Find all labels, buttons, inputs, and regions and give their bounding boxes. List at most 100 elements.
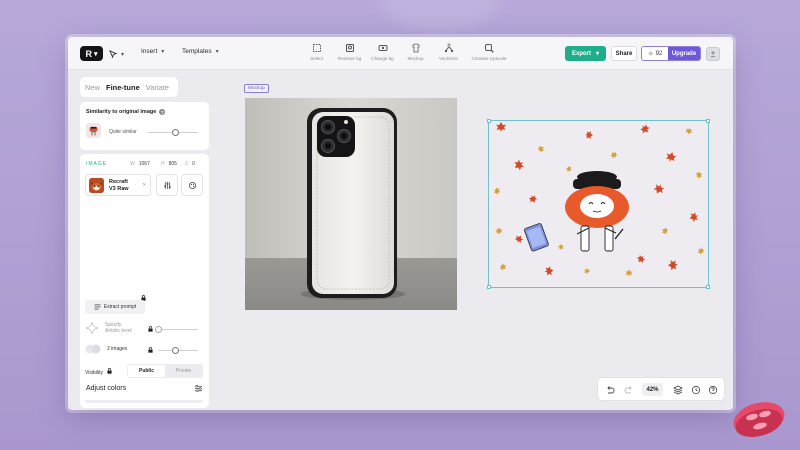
mockup-tag[interactable]: Mockup xyxy=(244,84,269,93)
palette-icon xyxy=(188,181,196,189)
undo-icon[interactable] xyxy=(605,385,615,395)
templates-menu-button[interactable]: Templates ▾ xyxy=(182,48,219,55)
artistic-level-row: Specify Artistic level xyxy=(85,321,132,335)
adjust-colors-panel[interactable]: Adjust colors xyxy=(80,378,209,400)
artistic-level-label-line2: Artistic level xyxy=(105,328,132,334)
visibility-toggle: Public Private xyxy=(127,364,203,378)
adjust-colors-label: Adjust colors xyxy=(86,385,127,392)
creative-upscale-tool[interactable]: Creative Upscale xyxy=(465,43,513,61)
width-field[interactable]: W 1067 xyxy=(130,161,150,167)
maple-leaf xyxy=(585,131,593,140)
tab-variate[interactable]: Variate xyxy=(146,83,169,92)
credits-upgrade-group: ✧ 92 Upgrade xyxy=(641,46,701,61)
maple-leaf xyxy=(584,268,591,274)
image-settings-panel: IMAGE W 1067 H 805 Z0 Recraft V3 Raw › Ext… xyxy=(80,154,209,408)
z-key: Z xyxy=(185,161,189,167)
canvas-controls: 42% xyxy=(597,377,725,401)
user-avatar[interactable] xyxy=(706,47,720,61)
image-section-label: IMAGE xyxy=(86,161,108,167)
resize-handle-top-left[interactable] xyxy=(487,119,491,123)
logo-menu-button[interactable]: R ▾ xyxy=(80,46,103,61)
creative-upscale-tool-label: Creative Upscale xyxy=(471,56,507,61)
similarity-slider-knob[interactable] xyxy=(172,129,179,136)
maple-leaf xyxy=(499,263,507,271)
maple-leaf xyxy=(640,124,650,134)
chevron-down-icon: ▾ xyxy=(93,50,98,58)
vectorize-tool-label: Vectorize xyxy=(439,56,458,61)
maple-leaf xyxy=(653,184,665,194)
image-count-row: 2 images xyxy=(85,343,127,355)
mockup-tool-label: Mockup xyxy=(407,56,424,61)
maple-leaf xyxy=(665,152,677,162)
remove-bg-tool[interactable]: Remove bg xyxy=(333,43,366,61)
artistic-level-slider[interactable] xyxy=(158,329,198,330)
model-selector[interactable]: Recraft V3 Raw › xyxy=(85,174,151,196)
artistic-level-slider-knob[interactable] xyxy=(155,326,162,333)
similarity-title: Similarity to original image ? xyxy=(86,109,166,115)
extract-prompt-button[interactable]: Extract prompt xyxy=(85,300,145,314)
credits-counter[interactable]: ✧ 92 xyxy=(642,47,668,60)
maple-leaf xyxy=(528,195,538,203)
maple-leaf xyxy=(610,151,618,159)
maple-leaf xyxy=(537,145,545,153)
redo-icon[interactable] xyxy=(624,385,634,395)
images-stack-icon xyxy=(85,344,101,354)
creative-upscale-icon xyxy=(485,44,494,53)
phone-mockup-image[interactable] xyxy=(245,98,457,310)
width-value: 1067 xyxy=(138,161,150,167)
top-toolbar: R ▾ ▾ Insert ▾ Templates ▾ Select Remove… xyxy=(68,37,733,70)
image-count-slider-knob[interactable] xyxy=(172,347,179,354)
resize-handle-top-right[interactable] xyxy=(706,119,710,123)
maple-leaf xyxy=(689,212,699,222)
lock-icon xyxy=(148,347,153,355)
help-icon[interactable]: ? xyxy=(159,109,166,115)
insert-menu-button[interactable]: Insert ▾ xyxy=(141,48,164,55)
background-glow xyxy=(380,0,500,30)
model-name: Recraft V3 Raw xyxy=(109,179,139,193)
help-icon[interactable] xyxy=(708,385,718,395)
model-name-line1: Recraft xyxy=(109,179,128,185)
mockup-tool[interactable]: Mockup xyxy=(399,43,432,61)
tab-fine-tune[interactable]: Fine-tune xyxy=(106,83,140,92)
share-button[interactable]: Share xyxy=(611,46,637,61)
sliders-icon xyxy=(163,181,171,189)
tab-new[interactable]: New xyxy=(85,83,100,92)
vectorize-tool[interactable]: Vectorize xyxy=(432,43,465,61)
zoom-level[interactable]: 42% xyxy=(642,383,663,396)
sparkle-star-icon xyxy=(85,321,99,335)
resize-handle-bottom-right[interactable] xyxy=(706,285,710,289)
maple-leaf xyxy=(566,165,572,173)
change-bg-tool[interactable]: Change bg xyxy=(366,43,399,61)
z-field[interactable]: Z0 xyxy=(185,161,195,167)
select-tool[interactable]: Select xyxy=(300,43,333,61)
resize-handle-bottom-left[interactable] xyxy=(487,285,491,289)
visibility-row: Visibility xyxy=(85,368,112,376)
maple-leaf xyxy=(557,243,565,251)
settings-sliders-button[interactable] xyxy=(156,174,178,196)
height-field[interactable]: H 805 xyxy=(161,161,177,167)
maple-leaf xyxy=(697,247,705,255)
style-palette-button[interactable] xyxy=(181,174,203,196)
upgrade-button[interactable]: Upgrade xyxy=(668,47,700,60)
chevron-down-icon: ▾ xyxy=(596,51,600,57)
chevron-right-icon: › xyxy=(143,182,145,188)
artwork-image[interactable] xyxy=(487,119,710,289)
maple-leaf xyxy=(625,269,633,277)
layers-icon[interactable] xyxy=(673,385,683,395)
image-count-label: 2 images xyxy=(107,346,128,352)
visibility-public-option[interactable]: Public xyxy=(128,365,165,377)
artwork-illustration xyxy=(493,122,705,277)
history-icon[interactable] xyxy=(691,385,701,395)
artistic-level-label: Specify Artistic level xyxy=(105,322,132,334)
maple-leaf xyxy=(685,127,693,135)
character-illustration xyxy=(524,171,629,252)
visibility-private-option[interactable]: Private xyxy=(165,365,202,377)
brand-shape-icon xyxy=(733,402,785,438)
character-thumbnail-icon xyxy=(89,126,98,136)
export-button[interactable]: Export ▾ xyxy=(565,46,606,61)
cursor-tool-button[interactable]: ▾ xyxy=(109,47,131,61)
chevron-down-icon: ▾ xyxy=(215,49,219,55)
similarity-title-text: Similarity to original image xyxy=(86,109,157,115)
text-lines-icon xyxy=(94,304,101,310)
maple-leaf xyxy=(636,254,646,264)
